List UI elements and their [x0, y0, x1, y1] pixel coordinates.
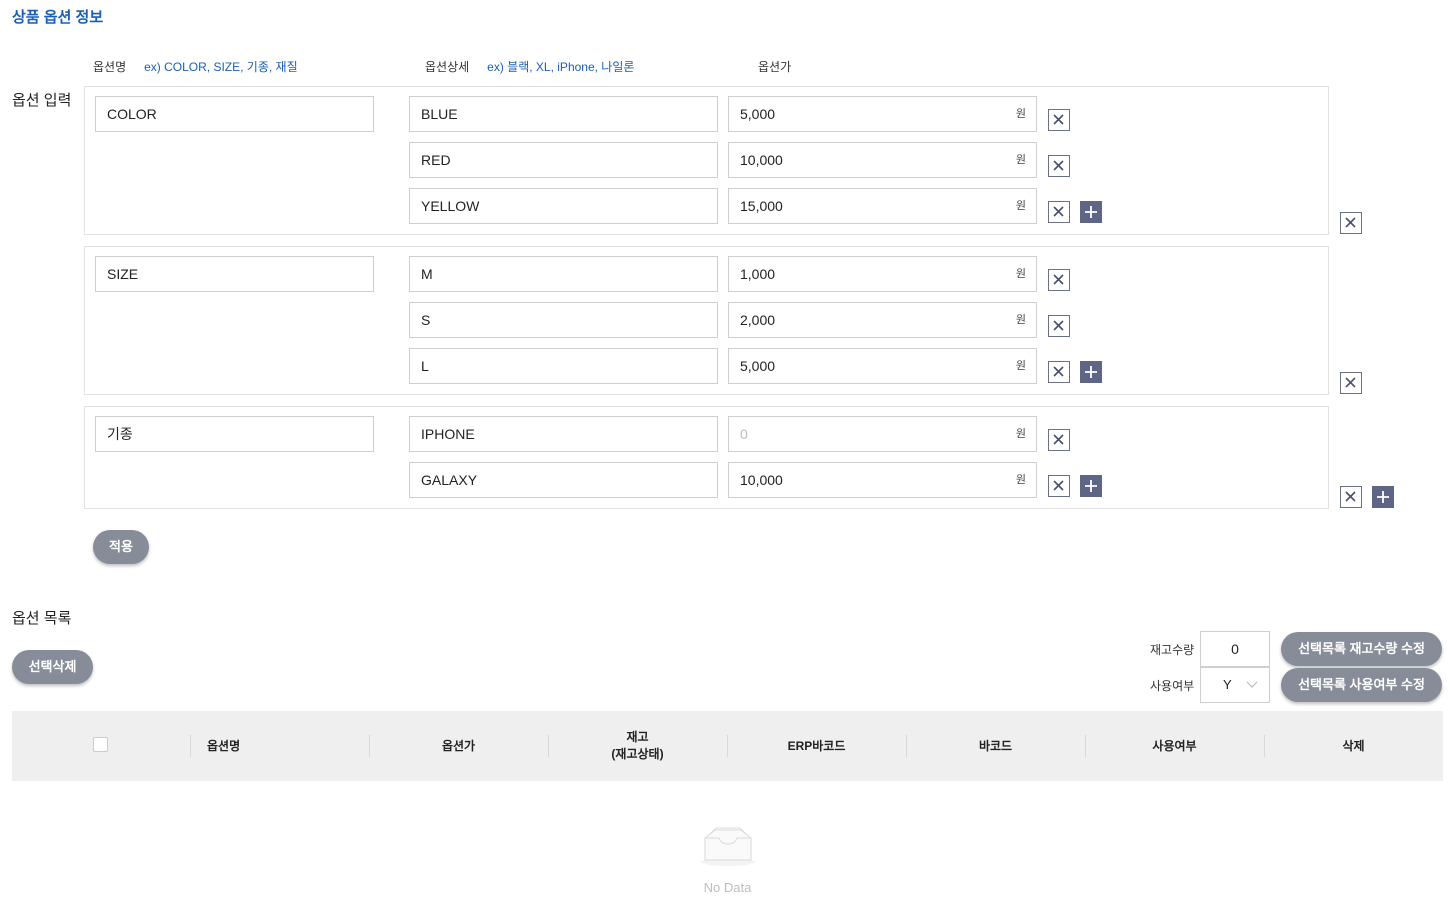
- option-price-header: 옵션가: [758, 60, 792, 74]
- won-unit: 원: [1015, 428, 1026, 440]
- option-price-input[interactable]: 2,000 원: [728, 302, 1037, 338]
- add-group-button[interactable]: [1372, 486, 1394, 508]
- remove-detail-button[interactable]: [1048, 155, 1070, 177]
- close-icon: [1053, 274, 1064, 285]
- close-icon: [1053, 366, 1064, 377]
- option-detail-input[interactable]: GALAXY: [409, 462, 718, 498]
- use-status-select[interactable]: Y: [1200, 667, 1270, 703]
- select-all-checkbox[interactable]: [93, 737, 108, 752]
- close-icon: [1053, 114, 1064, 125]
- use-status-label: 사용여부: [1150, 679, 1195, 693]
- remove-detail-button[interactable]: [1048, 109, 1070, 131]
- column-erp-barcode: ERP바코드: [787, 738, 846, 753]
- column-option-price: 옵션가: [441, 738, 476, 753]
- close-icon: [1345, 217, 1356, 228]
- option-name-input[interactable]: 기종: [95, 416, 374, 452]
- inbox-icon: [701, 827, 755, 866]
- stock-quantity-label: 재고수량: [1150, 643, 1195, 657]
- close-icon: [1053, 320, 1064, 331]
- option-detail-example: ex) 블랙, XL, iPhone, 나일론: [487, 60, 635, 74]
- option-detail-input[interactable]: L: [409, 348, 718, 384]
- plus-icon: [1085, 206, 1097, 218]
- chevron-down-icon: [1246, 681, 1258, 688]
- option-detail-input[interactable]: M: [409, 256, 718, 292]
- option-price-input[interactable]: 5,000 원: [728, 348, 1037, 384]
- won-unit: 원: [1015, 200, 1026, 212]
- remove-group-button[interactable]: [1340, 486, 1362, 508]
- update-stock-button[interactable]: 선택목록 재고수량 수정: [1281, 632, 1442, 666]
- option-list-label: 옵션 목록: [12, 610, 72, 627]
- option-table-header: 옵션명 옵션가 재고 (재고상태) ERP바코드 바코드 사용여부 삭제: [12, 711, 1443, 781]
- remove-detail-button[interactable]: [1048, 429, 1070, 451]
- close-icon: [1345, 491, 1356, 502]
- option-name-example: ex) COLOR, SIZE, 기종, 재질: [144, 60, 298, 74]
- option-price-input[interactable]: 0원: [728, 416, 1037, 452]
- add-detail-button[interactable]: [1080, 361, 1102, 383]
- remove-detail-button[interactable]: [1048, 315, 1070, 337]
- won-unit: 원: [1015, 474, 1026, 486]
- option-detail-input[interactable]: S: [409, 302, 718, 338]
- close-icon: [1053, 206, 1064, 217]
- column-stock: 재고 (재고상태): [611, 730, 664, 761]
- option-detail-input[interactable]: YELLOW: [409, 188, 718, 224]
- option-name-input[interactable]: SIZE: [95, 256, 374, 292]
- won-unit: 원: [1015, 108, 1026, 120]
- option-input-label: 옵션 입력: [12, 92, 72, 109]
- won-unit: 원: [1015, 154, 1026, 166]
- column-barcode: 바코드: [978, 738, 1013, 753]
- option-detail-input[interactable]: IPHONE: [409, 416, 718, 452]
- won-unit: 원: [1015, 314, 1026, 326]
- option-price-input[interactable]: 10,000 원: [728, 142, 1037, 178]
- option-price-input[interactable]: 10,000 원: [728, 462, 1037, 498]
- add-detail-button[interactable]: [1080, 475, 1102, 497]
- option-price-input[interactable]: 15,000 원: [728, 188, 1037, 224]
- column-use-status: 사용여부: [1152, 738, 1197, 753]
- option-detail-input[interactable]: BLUE: [409, 96, 718, 132]
- column-option-name: 옵션명: [207, 738, 241, 753]
- stock-quantity-input[interactable]: 0: [1200, 631, 1270, 667]
- remove-detail-button[interactable]: [1048, 361, 1070, 383]
- remove-detail-button[interactable]: [1048, 475, 1070, 497]
- remove-detail-button[interactable]: [1048, 269, 1070, 291]
- plus-icon: [1377, 491, 1389, 503]
- option-name-input[interactable]: COLOR: [95, 96, 374, 132]
- empty-state-text: No Data: [703, 880, 752, 895]
- apply-button[interactable]: 적용: [93, 530, 149, 564]
- option-price-input[interactable]: 5,000 원: [728, 96, 1037, 132]
- page-title: 상품 옵션 정보: [12, 9, 104, 26]
- add-detail-button[interactable]: [1080, 201, 1102, 223]
- option-detail-header: 옵션상세 ex) 블랙, XL, iPhone, 나일론: [425, 60, 635, 74]
- close-icon: [1053, 434, 1064, 445]
- plus-icon: [1085, 480, 1097, 492]
- close-icon: [1345, 377, 1356, 388]
- option-name-header: 옵션명 ex) COLOR, SIZE, 기종, 재질: [93, 60, 298, 74]
- column-delete: 삭제: [1342, 738, 1365, 753]
- update-use-button[interactable]: 선택목록 사용여부 수정: [1281, 668, 1442, 702]
- option-price-input[interactable]: 1,000 원: [728, 256, 1037, 292]
- remove-group-button[interactable]: [1340, 212, 1362, 234]
- won-unit: 원: [1015, 360, 1026, 372]
- remove-group-button[interactable]: [1340, 372, 1362, 394]
- close-icon: [1053, 160, 1064, 171]
- won-unit: 원: [1015, 268, 1026, 280]
- remove-detail-button[interactable]: [1048, 201, 1070, 223]
- option-detail-input[interactable]: RED: [409, 142, 718, 178]
- delete-selected-button[interactable]: 선택삭제: [12, 650, 93, 684]
- plus-icon: [1085, 366, 1097, 378]
- close-icon: [1053, 480, 1064, 491]
